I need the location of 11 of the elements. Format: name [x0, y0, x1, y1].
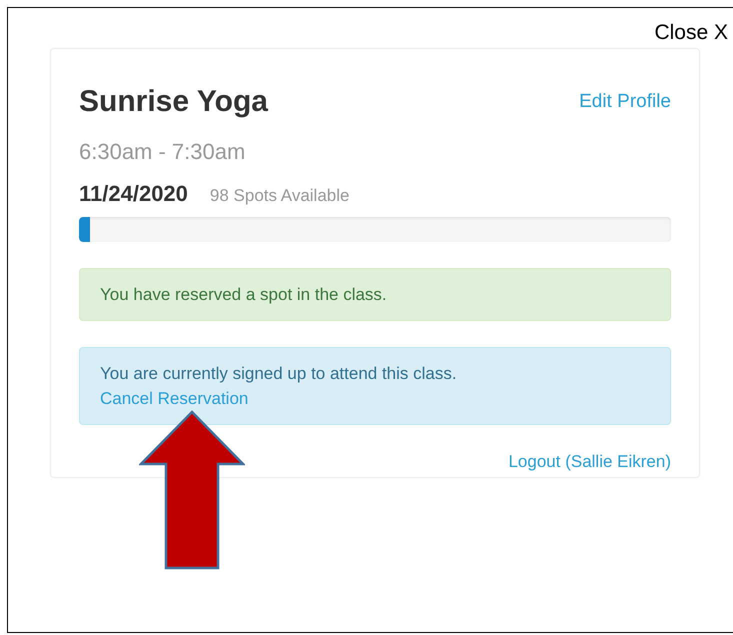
alert-message: You are currently signed up to attend this class. — [100, 362, 458, 384]
up-arrow-icon — [139, 410, 245, 570]
spots-available: 98 Spots Available — [210, 185, 350, 207]
class-date: 11/24/2020 — [79, 181, 188, 207]
edit-profile-link[interactable]: Edit Profile — [579, 88, 671, 116]
cancel-reservation-link[interactable]: Cancel Reservation — [100, 388, 248, 408]
close-button[interactable]: Close X — [654, 16, 728, 48]
logout-link[interactable]: Logout (Sallie Eikren) — [508, 450, 671, 472]
class-title: Sunrise Yoga — [79, 85, 268, 119]
alert-message: You have reserved a spot in the class. — [100, 284, 388, 306]
class-time: 6:30am - 7:30am — [79, 139, 246, 165]
